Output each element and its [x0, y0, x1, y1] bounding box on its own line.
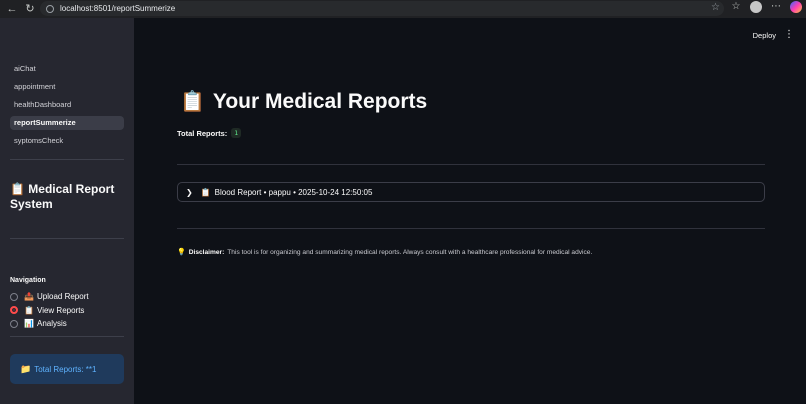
main-content: Deploy ⋮ 📋 Your Medical Reports Total Re… — [134, 18, 806, 404]
disclaimer: 💡 Disclaimer: This tool is for organizin… — [177, 248, 593, 257]
report-expander[interactable]: ❯ 📋 Blood Report • pappu • 2025-10-24 12… — [177, 182, 765, 202]
total-reports-info-box: 📁 Total Reports: **1 — [10, 354, 124, 384]
total-reports-count: 1 — [231, 128, 242, 138]
site-info-icon[interactable] — [46, 4, 54, 13]
disclaimer-text: This tool is for organizing and summariz… — [227, 248, 593, 256]
url-text: localhost:8501/reportSummerize — [60, 4, 176, 13]
favorites-icon[interactable]: ☆ — [730, 1, 742, 13]
copilot-icon[interactable] — [790, 1, 802, 13]
navigation-radio-group: 📤 Upload Report 📋 View Reports 📊 Analysi… — [10, 290, 89, 331]
sidebar-item-reportsummerize[interactable]: reportSummerize — [10, 116, 124, 130]
radio-upload-report[interactable]: 📤 Upload Report — [10, 290, 89, 304]
radio-label: Upload Report — [37, 292, 89, 302]
horizontal-rule — [177, 164, 765, 165]
deploy-button[interactable]: Deploy — [753, 31, 776, 40]
more-options-icon[interactable]: ⋯ — [770, 1, 782, 13]
radio-button[interactable] — [10, 292, 18, 301]
upload-icon: 📤 — [24, 292, 34, 302]
info-box-text: Total Reports: **1 — [34, 364, 97, 374]
main-menu-icon[interactable]: ⋮ — [784, 29, 794, 40]
disclaimer-label: Disclaimer: — [188, 248, 225, 256]
radio-label: Analysis — [37, 319, 67, 329]
navigation-label: Navigation — [10, 277, 46, 284]
back-arrow-icon[interactable]: ← — [6, 3, 18, 15]
total-reports: Total Reports: 1 — [177, 128, 242, 138]
radio-label: View Reports — [37, 305, 85, 315]
page-title-text: Your Medical Reports — [212, 89, 428, 113]
sidebar-item-appointment[interactable]: appointment — [10, 80, 124, 94]
radio-button-selected[interactable] — [10, 306, 18, 315]
lightbulb-icon: 💡 — [177, 249, 186, 256]
sidebar-item-syptomscheck[interactable]: syptomsCheck — [10, 134, 124, 148]
address-bar[interactable]: localhost:8501/reportSummerize ☆ — [40, 1, 724, 16]
reload-icon[interactable]: ↻ — [24, 3, 36, 15]
system-title-text: Medical Report System — [10, 182, 115, 211]
sidebar-divider — [10, 238, 124, 239]
sidebar-item-aichat[interactable]: aiChat — [10, 62, 124, 76]
clipboard-icon: 📋 — [24, 305, 34, 315]
clipboard-icon: 📋 — [180, 91, 205, 113]
radio-view-reports[interactable]: 📋 View Reports — [10, 304, 89, 318]
page-title: 📋 Your Medical Reports — [180, 89, 427, 114]
horizontal-rule — [177, 228, 765, 229]
chevron-right-icon[interactable]: ❯ — [186, 188, 193, 197]
folder-icon: 📁 — [20, 363, 32, 374]
clipboard-icon: 📋 — [10, 182, 25, 196]
radio-button[interactable] — [10, 319, 18, 328]
bookmark-star-icon[interactable]: ☆ — [711, 2, 720, 13]
sidebar: aiChat appointment healthDashboard repor… — [0, 18, 134, 404]
total-reports-label: Total Reports: — [177, 128, 228, 138]
clipboard-icon: 📋 — [200, 187, 211, 197]
sidebar-divider — [10, 159, 124, 160]
sidebar-item-healthdashboard[interactable]: healthDashboard — [10, 98, 124, 112]
radio-analysis[interactable]: 📊 Analysis — [10, 317, 89, 331]
browser-toolbar: ← ↻ localhost:8501/reportSummerize ☆ ☆ ⋯ — [0, 0, 806, 18]
profile-avatar[interactable] — [750, 1, 762, 13]
page-navigation: aiChat appointment healthDashboard repor… — [10, 62, 124, 152]
sidebar-divider — [10, 336, 124, 337]
bar-chart-icon: 📊 — [24, 319, 34, 329]
system-title: 📋 Medical Report System — [10, 182, 128, 212]
report-summary: Blood Report • pappu • 2025-10-24 12:50:… — [214, 187, 373, 197]
